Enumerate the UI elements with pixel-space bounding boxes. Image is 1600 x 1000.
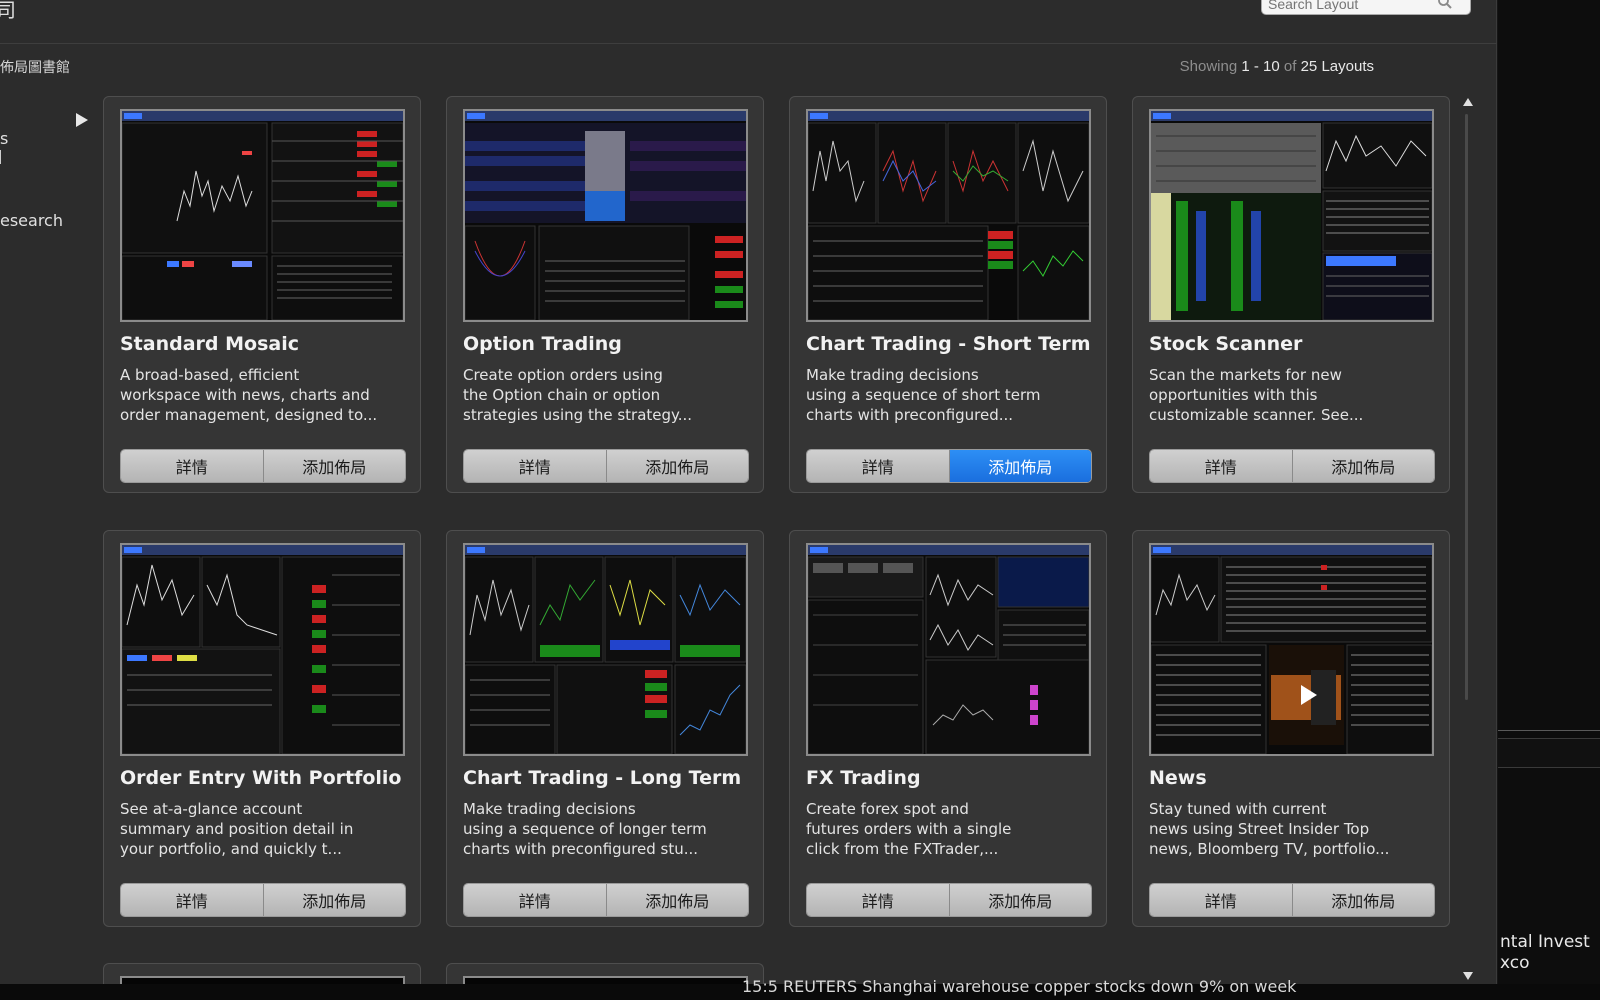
details-button[interactable]: 詳情	[807, 450, 950, 482]
layout-description: Scan the markets for new opportunities wi…	[1149, 366, 1364, 424]
details-button[interactable]: 詳情	[807, 884, 950, 916]
layout-preview-image[interactable]	[120, 543, 405, 756]
layout-title: Stock Scanner	[1149, 333, 1303, 355]
layout-preview-image[interactable]	[806, 109, 1091, 322]
scrollbar[interactable]	[1460, 98, 1474, 980]
layout-card-news[interactable]: News Stay tuned with current news using S…	[1132, 530, 1450, 927]
layout-actions: 詳情 添加佈局	[120, 449, 406, 483]
layout-title: Chart Trading - Short Term	[806, 333, 1091, 355]
layout-preview-image[interactable]	[463, 543, 748, 756]
layout-actions: 詳情 添加佈局	[463, 449, 749, 483]
background-divider	[1498, 730, 1600, 731]
layout-actions: 詳情 添加佈局	[806, 449, 1092, 483]
layout-card-standard-mosaic[interactable]: Standard Mosaic A broad-based, efficient…	[103, 96, 421, 493]
add-layout-button[interactable]: 添加佈局	[263, 450, 405, 482]
layout-preview-image[interactable]	[120, 109, 405, 322]
layout-title: Option Trading	[463, 333, 622, 355]
scroll-up-arrow-icon[interactable]	[1463, 98, 1473, 106]
search-icon[interactable]	[1437, 0, 1453, 10]
layout-description: Make trading decisions using a sequence o…	[806, 366, 1041, 424]
layout-card-chart-trading-long-term[interactable]: Chart Trading - Long Term Make trading d…	[446, 530, 764, 927]
layout-description: Make trading decisions using a sequence o…	[463, 800, 707, 858]
layout-title: FX Trading	[806, 767, 921, 789]
layout-description: Create option orders using the Option cha…	[463, 366, 693, 424]
add-layout-button[interactable]: 添加佈局	[606, 884, 748, 916]
layout-preview-image[interactable]	[1149, 543, 1434, 756]
add-layout-button[interactable]: 添加佈局	[1292, 450, 1434, 482]
showing-total: 25	[1300, 58, 1318, 75]
scrollbar-thumb[interactable]	[1465, 114, 1468, 700]
background-text-2: xco	[1500, 953, 1530, 973]
layout-title: Standard Mosaic	[120, 333, 299, 355]
details-button[interactable]: 詳情	[121, 450, 264, 482]
background-window	[1498, 0, 1600, 1000]
showing-suffix: Layouts	[1321, 58, 1374, 75]
layout-actions: 詳情 添加佈局	[463, 883, 749, 917]
details-button[interactable]: 詳情	[1150, 884, 1293, 916]
add-layout-button[interactable]: 添加佈局	[949, 450, 1091, 482]
expand-arrow-icon[interactable]	[76, 113, 88, 127]
layout-title: Chart Trading - Long Term	[463, 767, 742, 789]
layout-preview-image[interactable]	[1149, 109, 1434, 322]
background-text-1: ntal Invest	[1500, 932, 1590, 952]
add-layout-button[interactable]: 添加佈局	[263, 884, 405, 916]
background-panel	[1498, 738, 1600, 768]
layout-description: Stay tuned with current news using Street…	[1149, 800, 1390, 858]
layout-card-fx-trading[interactable]: FX Trading Create forex spot and futures …	[789, 530, 1107, 927]
details-button[interactable]: 詳情	[464, 450, 607, 482]
layout-title: Order Entry With Portfolio	[120, 767, 402, 789]
layout-card-stock-scanner[interactable]: Stock Scanner Scan the markets for new op…	[1132, 96, 1450, 493]
showing-prefix: Showing	[1179, 58, 1238, 75]
layout-actions: 詳情 添加佈局	[120, 883, 406, 917]
showing-to: 10	[1263, 58, 1280, 75]
add-layout-button[interactable]: 添加佈局	[1292, 884, 1434, 916]
layout-card-option-trading[interactable]: Option Trading Create option orders usin…	[446, 96, 764, 493]
showing-dash: -	[1253, 58, 1259, 75]
sidebar-item-research[interactable]: esearch	[0, 211, 63, 230]
layout-title: News	[1149, 767, 1207, 789]
layout-card-chart-trading-short-term[interactable]: Chart Trading - Short Term Make trading …	[789, 96, 1107, 493]
layout-actions: 詳情 添加佈局	[1149, 449, 1435, 483]
header-title: 司	[0, 0, 16, 22]
layout-library-dialog: 司 佈局圖書館 Showing 1 - 10 of 25 Layouts s e…	[0, 0, 1497, 1000]
sidebar-item-1[interactable]: s	[0, 129, 8, 148]
details-button[interactable]: 詳情	[1150, 450, 1293, 482]
dialog-header: 司	[0, 0, 1497, 44]
add-layout-button[interactable]: 添加佈局	[949, 884, 1091, 916]
news-ticker-text: 15:5 REUTERS Shanghai warehouse copper s…	[742, 977, 1297, 996]
library-title: 佈局圖書館	[0, 60, 70, 76]
layout-card-order-entry-with-portfolio[interactable]: Order Entry With Portfolio See at-a-glan…	[103, 530, 421, 927]
details-button[interactable]: 詳情	[464, 884, 607, 916]
sidebar-divider	[0, 150, 1, 164]
showing-of: of	[1283, 58, 1297, 75]
layout-actions: 詳情 添加佈局	[806, 883, 1092, 917]
layout-description: See at-a-glance account summary and posit…	[120, 800, 354, 858]
layout-description: A broad-based, efficient workspace with n…	[120, 366, 378, 424]
add-layout-button[interactable]: 添加佈局	[606, 450, 748, 482]
showing-from: 1	[1241, 58, 1250, 75]
layout-preview-image[interactable]	[806, 543, 1091, 756]
layout-actions: 詳情 添加佈局	[1149, 883, 1435, 917]
scroll-down-arrow-icon[interactable]	[1463, 972, 1473, 980]
layout-preview-image[interactable]	[463, 109, 748, 322]
layout-description: Create forex spot and futures orders with…	[806, 800, 1012, 858]
details-button[interactable]: 詳情	[121, 884, 264, 916]
showing-count: Showing 1 - 10 of 25 Layouts	[1180, 58, 1374, 75]
